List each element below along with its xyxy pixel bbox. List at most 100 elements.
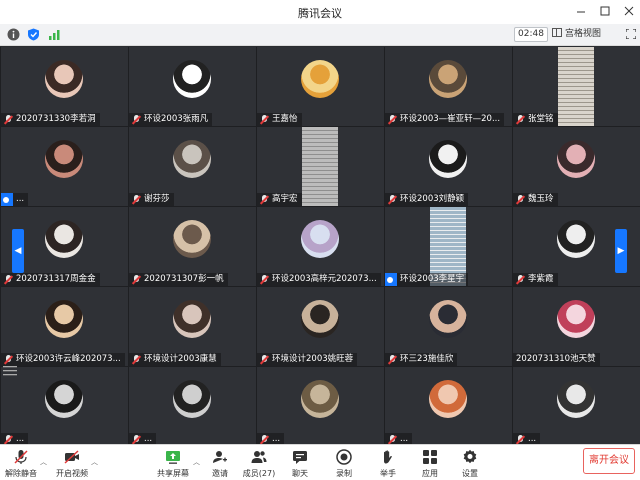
minimize-icon: [577, 11, 585, 13]
participant-tile[interactable]: ...: [1, 367, 128, 446]
participant-avatar: [45, 300, 83, 338]
mic-muted-icon: [132, 274, 141, 285]
participant-avatar: [429, 140, 467, 178]
members-icon: [251, 451, 267, 463]
share-options-chevron-icon[interactable]: ︿: [193, 457, 200, 467]
participant-tile[interactable]: ...: [257, 367, 384, 446]
participant-name: 王嘉怡: [272, 114, 298, 124]
apps-button[interactable]: 应用: [416, 447, 444, 479]
security-shield-icon[interactable]: [27, 28, 40, 41]
participant-tile[interactable]: ...: [1, 127, 128, 206]
participant-tile[interactable]: 环三23施佳欣: [385, 287, 512, 366]
unmute-label: 解除静音: [5, 469, 37, 478]
participant-tile[interactable]: ...: [129, 367, 256, 446]
close-icon: [624, 6, 634, 16]
participant-name-bar: 魏玉玲: [513, 193, 558, 206]
invite-button[interactable]: 邀请: [206, 447, 234, 479]
participant-avatar: [45, 140, 83, 178]
participant-tile[interactable]: 高宇宏: [257, 127, 384, 206]
raise-hand-button[interactable]: 举手: [374, 447, 402, 479]
participant-name: 环设2003高梓元202073...: [272, 274, 377, 284]
mute-options-chevron-icon[interactable]: ︿: [40, 457, 47, 467]
participant-tile[interactable]: 魏玉玲: [513, 127, 640, 206]
members-button[interactable]: 成员(27): [242, 447, 276, 479]
participant-tile[interactable]: ...: [513, 367, 640, 446]
participant-name: 环境设计2003姚旺蓉: [272, 354, 354, 364]
participant-tile[interactable]: ...: [385, 367, 512, 446]
next-page-button[interactable]: ▶: [615, 229, 627, 273]
minimize-button[interactable]: [572, 2, 590, 20]
maximize-button[interactable]: [596, 2, 614, 20]
mic-muted-icon: [260, 114, 269, 125]
participant-name-bar: 环设2003李星宇: [385, 273, 469, 286]
video-options-chevron-icon[interactable]: ︿: [91, 457, 98, 467]
mic-muted-icon: [4, 354, 13, 365]
participant-name: 环设2003许云峰202073...: [16, 354, 121, 364]
participant-name-bar: 环设2003高梓元202073...: [257, 273, 381, 286]
participant-name-bar: 2020731317周金金: [1, 273, 100, 286]
record-button[interactable]: 录制: [330, 447, 358, 479]
window-title: 腾讯会议: [298, 7, 342, 20]
participant-tile[interactable]: 张堂铭: [513, 47, 640, 126]
info-icon[interactable]: [7, 28, 20, 41]
mic-muted-icon: [14, 450, 28, 464]
participant-tile[interactable]: 环设2003许云峰202073...: [1, 287, 128, 366]
unmute-button[interactable]: 解除静音: [4, 447, 38, 479]
leave-meeting-button[interactable]: 离开会议: [583, 448, 635, 474]
participant-avatar: [429, 60, 467, 98]
start-video-label: 开启视频: [56, 469, 88, 478]
previous-page-button[interactable]: ◀: [12, 229, 24, 273]
participant-avatar: [173, 300, 211, 338]
settings-button[interactable]: 设置: [456, 447, 484, 479]
mic-muted-icon: [260, 274, 269, 285]
close-button[interactable]: [620, 2, 638, 20]
participant-tile[interactable]: 2020731307彭一帆: [129, 207, 256, 286]
mic-muted-icon: [516, 194, 525, 205]
title-bar: 腾讯会议: [0, 0, 640, 24]
participant-name-bar: 环设2003刘静颖: [385, 193, 469, 206]
participant-name: 2020731317周金金: [16, 274, 96, 284]
participant-name: 高宇宏: [272, 194, 298, 204]
fullscreen-icon[interactable]: [626, 29, 636, 39]
settings-label: 设置: [462, 469, 478, 478]
start-video-button[interactable]: 开启视频: [54, 447, 90, 479]
chat-button[interactable]: 聊天: [286, 447, 314, 479]
participant-video-feed: [302, 127, 338, 206]
members-label: 成员(27): [242, 469, 276, 478]
participant-tile[interactable]: 环设2003张雨凡: [129, 47, 256, 126]
participant-name: 2020731330李若洞: [16, 114, 96, 124]
participant-name: 2020731307彭一帆: [144, 274, 224, 284]
participant-tile[interactable]: 2020731310池天赞: [513, 287, 640, 366]
mic-muted-icon: [516, 114, 525, 125]
invite-label: 邀请: [212, 469, 228, 478]
participant-tile[interactable]: 环境设计2003康慧: [129, 287, 256, 366]
raise-hand-label: 举手: [380, 469, 396, 478]
record-icon: [336, 449, 352, 465]
participant-avatar: [45, 60, 83, 98]
share-screen-button[interactable]: 共享屏幕: [154, 447, 192, 479]
participant-tile[interactable]: 环设2003李星宇: [385, 207, 512, 286]
chevron-left-icon: ◀: [14, 246, 22, 256]
meeting-info-bar: 02:48 宫格视图: [0, 24, 640, 46]
participant-name-bar: 环境设计2003康慧: [129, 353, 221, 366]
view-mode-button[interactable]: 宫格视图: [552, 27, 622, 42]
participant-tile[interactable]: 谢芬莎: [129, 127, 256, 206]
participant-tile[interactable]: 环境设计2003姚旺蓉: [257, 287, 384, 366]
apps-icon: [423, 450, 437, 464]
participant-tile[interactable]: 环设2003刘静颖: [385, 127, 512, 206]
participant-avatar: [557, 140, 595, 178]
participant-video-feed: [558, 47, 594, 126]
mic-muted-icon: [132, 194, 141, 205]
mic-muted-icon: [132, 114, 141, 125]
mic-muted-icon: [388, 434, 397, 445]
participant-avatar: [301, 60, 339, 98]
participant-tile[interactable]: 2020731330李若洞: [1, 47, 128, 126]
mic-muted-icon: [388, 114, 397, 125]
participant-tile[interactable]: 环设2003高梓元202073...: [257, 207, 384, 286]
network-signal-icon[interactable]: [48, 28, 61, 41]
mic-muted-icon: [132, 354, 141, 365]
participant-tile[interactable]: 环设2003—崔亚轩—20...: [385, 47, 512, 126]
participant-tile[interactable]: 王嘉怡: [257, 47, 384, 126]
mic-muted-icon: [4, 434, 13, 445]
side-panel-handle-icon[interactable]: [2, 364, 20, 378]
